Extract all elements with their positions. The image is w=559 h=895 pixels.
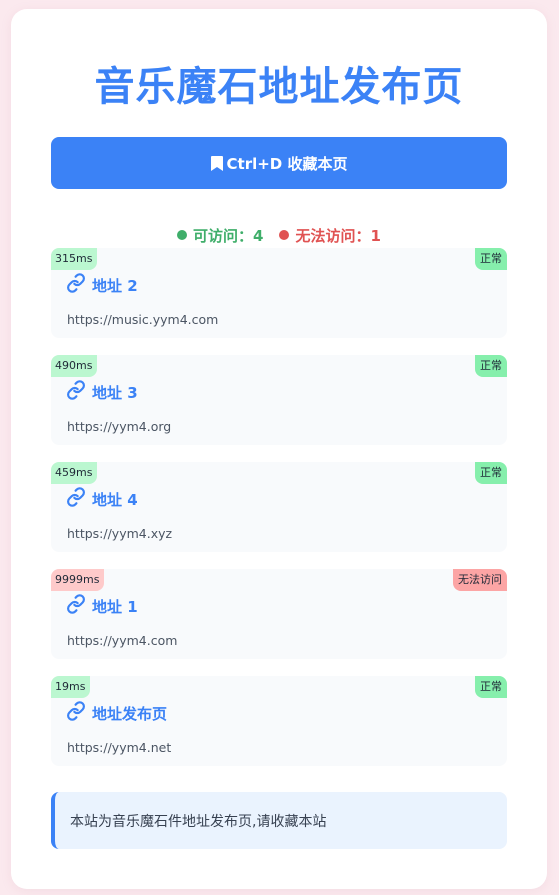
address-list: 315ms 正常 地址 2 https://music.yym4.com 490… bbox=[51, 248, 507, 783]
status-badge: 正常 bbox=[475, 248, 507, 270]
status-badge: 正常 bbox=[475, 355, 507, 377]
bookmark-label: Ctrl+D 收藏本页 bbox=[226, 154, 348, 173]
address-label: 地址 4 bbox=[92, 490, 138, 509]
status-badge: 正常 bbox=[475, 676, 507, 698]
address-name: 地址 4 bbox=[66, 487, 138, 511]
latency-badge: 490ms bbox=[51, 355, 98, 377]
address-url: https://music.yym4.com bbox=[67, 312, 219, 327]
address-url: https://yym4.com bbox=[67, 633, 178, 648]
address-url: https://yym4.org bbox=[67, 419, 172, 434]
address-item[interactable]: 459ms 正常 地址 4 https://yym4.xyz bbox=[51, 462, 507, 552]
address-item[interactable]: 490ms 正常 地址 3 https://yym4.org bbox=[51, 355, 507, 445]
address-name: 地址 3 bbox=[66, 380, 138, 404]
address-url: https://yym4.net bbox=[67, 740, 172, 755]
status-summary: 可访问：4 无法访问：1 bbox=[11, 225, 547, 245]
status-badge: 正常 bbox=[475, 462, 507, 484]
link-icon bbox=[66, 380, 86, 404]
latency-badge: 315ms bbox=[51, 248, 98, 270]
link-icon bbox=[66, 701, 86, 725]
green-dot-icon bbox=[177, 230, 188, 240]
link-icon bbox=[66, 273, 86, 297]
latency-badge: 19ms bbox=[51, 676, 91, 698]
link-icon bbox=[66, 594, 86, 618]
page-title: 音乐魔石地址发布页 bbox=[94, 64, 464, 110]
address-label: 地址 2 bbox=[92, 276, 138, 295]
accessible-stat: 可访问：4 bbox=[177, 225, 263, 246]
inaccessible-stat: 无法访问：1 bbox=[279, 225, 381, 246]
address-name: 地址发布页 bbox=[66, 701, 168, 725]
accessible-count: 可访问：4 bbox=[193, 226, 264, 245]
main-card: 音乐魔石地址发布页 Ctrl+D 收藏本页 可访问：4 无法访问：1 315ms… bbox=[11, 9, 547, 889]
address-label: 地址 1 bbox=[92, 597, 138, 616]
link-icon bbox=[66, 487, 86, 511]
address-name: 地址 1 bbox=[66, 594, 138, 618]
address-item[interactable]: 9999ms 无法访问 地址 1 https://yym4.com bbox=[51, 569, 507, 659]
bookmark-button[interactable]: Ctrl+D 收藏本页 bbox=[51, 137, 507, 189]
address-item[interactable]: 315ms 正常 地址 2 https://music.yym4.com bbox=[51, 248, 507, 338]
inaccessible-count: 无法访问：1 bbox=[295, 226, 381, 245]
notice-text: 本站为音乐魔石件地址发布页,请收藏本站 bbox=[70, 813, 327, 830]
address-item[interactable]: 19ms 正常 地址发布页 https://yym4.net bbox=[51, 676, 507, 766]
address-name: 地址 2 bbox=[66, 273, 138, 297]
latency-badge: 459ms bbox=[51, 462, 98, 484]
address-label: 地址 3 bbox=[92, 383, 138, 402]
bookmark-icon bbox=[210, 155, 223, 171]
address-url: https://yym4.xyz bbox=[67, 526, 173, 541]
red-dot-icon bbox=[279, 230, 290, 240]
latency-badge: 9999ms bbox=[51, 569, 105, 591]
status-badge: 无法访问 bbox=[453, 569, 507, 591]
notice-box: 本站为音乐魔石件地址发布页,请收藏本站 bbox=[51, 792, 507, 849]
address-label: 地址发布页 bbox=[92, 704, 168, 723]
